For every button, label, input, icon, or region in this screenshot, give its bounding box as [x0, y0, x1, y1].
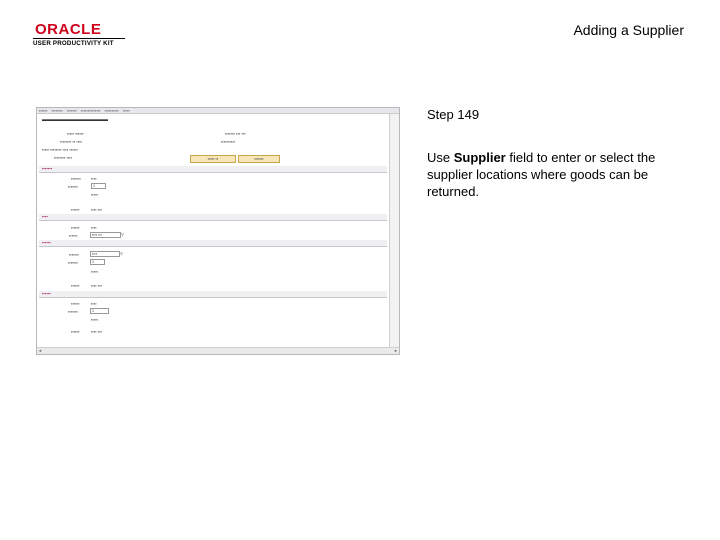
application-screenshot: ▪▪▪▪▪▪ ▪▪▪▪▪▪▪▪ ▪▪▪▪▪▪▪ ▪▪▪▪▪▪▪▪▪▪▪▪▪▪ ▪▪▪▪▪…: [36, 107, 400, 355]
screenshot-navbar: ▪▪▪▪▪▪ ▪▪▪▪▪▪▪▪ ▪▪▪▪▪▪▪ ▪▪▪▪▪▪▪▪▪▪▪▪▪▪ ▪▪▪▪▪…: [37, 108, 399, 114]
screenshot-vertical-scrollbar: [389, 114, 399, 348]
oracle-logo: ORACLE USER PRODUCTIVITY KIT: [33, 22, 125, 48]
logo-subtitle: USER PRODUCTIVITY KIT: [33, 40, 114, 47]
step-instruction: Use Supplier field to enter or select th…: [427, 150, 656, 199]
instruction-keyword: Supplier: [453, 150, 506, 165]
screenshot-horizontal-scrollbar: [37, 347, 399, 354]
step-number: Step 149: [427, 107, 480, 122]
page-title: Adding a Supplier: [573, 22, 684, 38]
logo-brand: ORACLE: [35, 21, 102, 38]
